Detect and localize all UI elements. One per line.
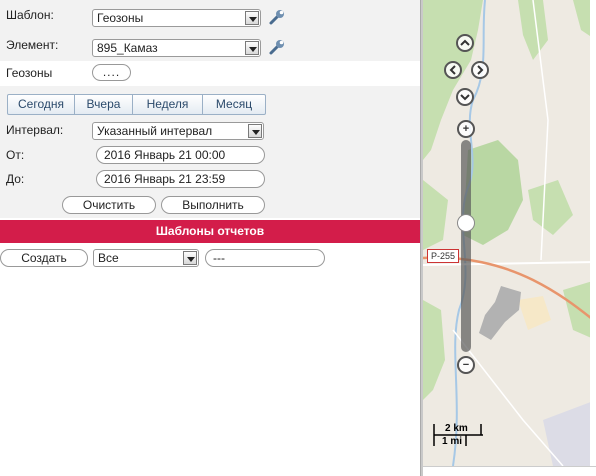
element-label: Элемент: bbox=[6, 38, 59, 52]
map-scale: 2 km 1 mi bbox=[433, 422, 485, 448]
geozones-select-button[interactable]: .... bbox=[92, 64, 131, 81]
report-settings-block: Шаблон: Геозоны Элемент: 895_Камаз bbox=[0, 0, 420, 61]
element-select[interactable]: 895_Камаз bbox=[92, 39, 261, 57]
template-label: Шаблон: bbox=[6, 8, 54, 22]
chevron-down-icon bbox=[460, 94, 470, 101]
from-label: От: bbox=[6, 148, 25, 162]
period-tabs: Сегодня Вчера Неделя Месяц bbox=[7, 94, 266, 115]
zoom-slider-track[interactable] bbox=[461, 140, 471, 352]
pan-down-icon[interactable] bbox=[456, 88, 474, 106]
pan-left-icon[interactable] bbox=[444, 61, 462, 79]
interval-label: Интервал: bbox=[6, 123, 64, 137]
create-template-button[interactable]: Создать bbox=[0, 249, 88, 267]
element-select-value: 895_Камаз bbox=[97, 41, 158, 55]
tab-yesterday[interactable]: Вчера bbox=[75, 95, 133, 114]
chevron-down-icon[interactable] bbox=[245, 41, 259, 55]
template-filter-value: Все bbox=[98, 251, 119, 265]
template-filter-select[interactable]: Все bbox=[93, 249, 199, 267]
map-status-strip bbox=[423, 466, 596, 476]
from-datetime-input[interactable]: 2016 Январь 21 00:00 bbox=[96, 146, 265, 164]
tab-month[interactable]: Месяц bbox=[203, 95, 265, 114]
wrench-icon[interactable] bbox=[268, 38, 286, 56]
tab-today[interactable]: Сегодня bbox=[8, 95, 75, 114]
scale-km-label: 2 km bbox=[445, 423, 468, 434]
scale-mi-label: 1 mi bbox=[442, 436, 463, 447]
template-search-input[interactable]: --- bbox=[205, 249, 325, 267]
chevron-down-icon[interactable] bbox=[248, 124, 262, 138]
chevron-down-icon[interactable] bbox=[183, 251, 197, 265]
chevron-left-icon bbox=[449, 65, 456, 75]
interval-select-value: Указанный интервал bbox=[97, 124, 213, 138]
interval-select[interactable]: Указанный интервал bbox=[92, 122, 264, 140]
wrench-icon[interactable] bbox=[268, 8, 286, 26]
road-label: Р-255 bbox=[427, 249, 460, 263]
interval-block: Сегодня Вчера Неделя Месяц Интервал: Ука… bbox=[0, 86, 420, 218]
chevron-right-icon bbox=[477, 65, 484, 75]
clear-button[interactable]: Очистить bbox=[62, 196, 156, 214]
to-label: До: bbox=[6, 172, 25, 186]
report-panel: Шаблон: Геозоны Элемент: 895_Камаз Геозо… bbox=[0, 0, 420, 476]
pan-right-icon[interactable] bbox=[471, 61, 489, 79]
tab-week[interactable]: Неделя bbox=[133, 95, 203, 114]
zoom-out-button[interactable]: − bbox=[457, 356, 475, 374]
run-button[interactable]: Выполнить bbox=[161, 196, 265, 214]
zoom-in-button[interactable]: + bbox=[457, 120, 475, 138]
geozones-row: Геозоны .... bbox=[0, 61, 420, 85]
report-templates-header: Шаблоны отчетов bbox=[0, 220, 420, 243]
map-right-edge bbox=[590, 0, 596, 466]
zoom-slider-handle[interactable] bbox=[457, 214, 475, 232]
template-select[interactable]: Геозоны bbox=[92, 9, 261, 27]
chevron-down-icon[interactable] bbox=[245, 11, 259, 25]
geozones-label: Геозоны bbox=[6, 66, 53, 80]
template-select-value: Геозоны bbox=[97, 11, 144, 25]
chevron-up-icon bbox=[460, 39, 470, 46]
to-datetime-input[interactable]: 2016 Январь 21 23:59 bbox=[96, 170, 265, 188]
pan-up-icon[interactable] bbox=[456, 34, 474, 52]
